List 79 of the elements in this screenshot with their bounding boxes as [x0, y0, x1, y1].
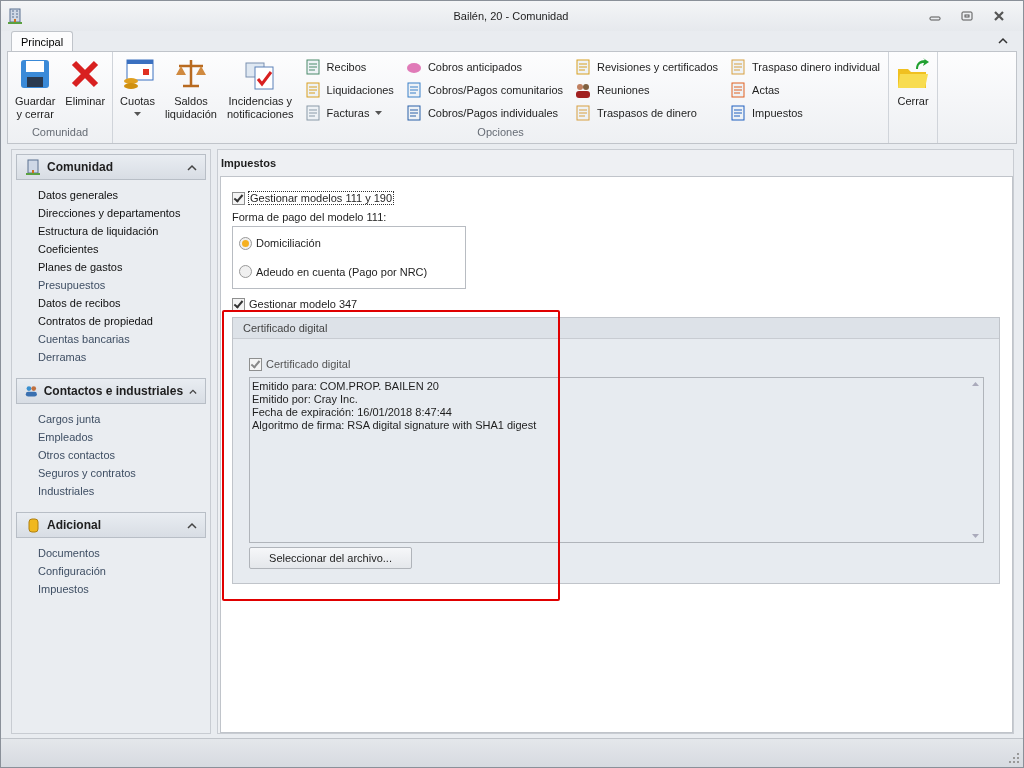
sidebar-item[interactable]: Coeficientes — [38, 240, 99, 258]
ribbon-button[interactable]: Cobros/Pagos individuales — [403, 103, 565, 123]
building-icon — [7, 8, 23, 24]
ribbon-button[interactable]: Eliminar — [61, 55, 110, 126]
ribbon-button[interactable]: Liquidaciones — [302, 80, 396, 100]
ribbon-button[interactable]: Traspasos de dinero — [573, 103, 721, 123]
building-icon — [25, 159, 41, 175]
section-header[interactable]: Adicional — [16, 512, 206, 538]
ribbon-button[interactable]: Cobros anticipados — [403, 57, 565, 77]
sidebar-item[interactable]: Cuentas bancarias — [38, 330, 130, 348]
section-title: Contactos e industriales — [43, 384, 184, 398]
section-title: Adicional — [47, 518, 101, 532]
panel-title: Impuestos — [221, 157, 276, 169]
ribbon-button[interactable]: Traspaso dinero individual — [728, 57, 883, 77]
detail-line: Algoritmo de firma: RSA digital signature with SHA1 digest — [252, 419, 538, 432]
people-icon — [575, 82, 591, 98]
resize-grip-icon[interactable] — [1009, 753, 1019, 763]
folder-arrow-icon — [896, 57, 931, 91]
window-title: Bailén, 20 - Comunidad — [452, 10, 569, 22]
people-icon — [25, 383, 38, 399]
section-title: Comunidad — [47, 160, 113, 174]
chevron-icon[interactable] — [189, 387, 197, 395]
sidebar-item[interactable]: Planes de gastos — [38, 258, 123, 276]
ribbon-button[interactable]: Cerrar — [892, 55, 935, 126]
detail-line: Fecha de expiración: 16/01/2018 8:47:44 — [252, 406, 453, 419]
radio-option[interactable]: Adeudo en cuenta (Pago por NRC) — [239, 265, 459, 279]
ribbon-button[interactable]: Revisiones y certificados — [573, 57, 721, 77]
checkbox[interactable]: Gestionar modelo 347 — [232, 295, 358, 313]
caret-icon — [375, 111, 383, 115]
sidebar-item[interactable]: Seguros y contratos — [38, 464, 136, 482]
maximize-icon[interactable] — [961, 10, 973, 22]
detail-line: Emitido para: COM.PROP. BAILEN 20 — [252, 380, 440, 393]
field-label: Forma de pago del modelo 111: — [232, 211, 387, 223]
ribbon-button[interactable]: Actas — [728, 80, 883, 100]
receipt-icon — [304, 59, 321, 75]
chevron-icon[interactable] — [187, 521, 197, 529]
sidebar-item[interactable]: Configuración — [38, 562, 106, 580]
sidebar-item[interactable]: Otros contactos — [38, 446, 116, 464]
checkbox[interactable]: Gestionar modelos 111 y 190 — [232, 189, 394, 207]
ribbon-button[interactable]: Guardar y cerrar — [11, 55, 60, 126]
group-title: Certificado digital — [243, 322, 328, 334]
sidebar-item[interactable]: Estructura de liquidación — [38, 222, 159, 240]
ribbon-button[interactable]: Facturas — [302, 103, 396, 123]
sidebar-item[interactable]: Contratos de propiedad — [38, 312, 153, 330]
sidebar-item[interactable]: Datos generales — [38, 186, 119, 204]
group-label: Comunidad — [30, 126, 90, 140]
detail-line: Emitido por: Cray Inc. — [252, 393, 359, 406]
ribbon-button[interactable]: Incidencias y notificaciones — [222, 55, 298, 126]
ribbon-button[interactable]: Reuniones — [573, 80, 721, 100]
ribbon-button[interactable]: Cobros/Pagos comunitarios — [403, 80, 565, 100]
sidebar-item[interactable]: Impuestos — [38, 580, 89, 598]
section-header[interactable]: Comunidad — [16, 154, 206, 180]
ribbon-button[interactable]: Saldos liquidación — [160, 55, 221, 126]
checkbox-box[interactable] — [232, 191, 245, 205]
close-icon[interactable] — [993, 10, 1005, 22]
tax-document-icon — [730, 105, 747, 121]
ribbon-button[interactable]: Impuestos — [728, 103, 883, 123]
certificate-details-field[interactable]: Emitido para: COM.PROP. BAILEN 20 Emitido por: Cray Inc. Fecha de expiración: 16/01/2018 8:47:44 Algoritmo de firma: RSA digital signature with SHA1 digest — [249, 377, 984, 543]
sidebar-item[interactable]: Cargos junta — [38, 410, 101, 428]
section-header[interactable]: Contactos e industriales — [16, 378, 206, 404]
caret-icon — [134, 112, 141, 116]
radio-option[interactable]: Domiciliación — [239, 236, 459, 250]
cylinder-icon — [25, 517, 41, 533]
group-label: Opciones — [476, 126, 525, 140]
sidebar-item[interactable]: Derramas — [38, 348, 87, 366]
ledger-icon — [304, 82, 321, 98]
sidebar-item[interactable]: Datos de recibos — [38, 294, 121, 312]
chevron-icon[interactable] — [187, 163, 197, 171]
collapse-ribbon-icon[interactable] — [998, 37, 1008, 45]
sidebar-item[interactable]: Documentos — [38, 544, 100, 562]
sidebar-item[interactable]: Direcciones y departamentos — [38, 204, 181, 222]
ribbon-tab[interactable]: Principal — [11, 31, 74, 51]
ribbon-button[interactable]: Cuotas — [116, 55, 159, 126]
sidebar-item[interactable]: Industriales — [38, 482, 95, 500]
select-file-button[interactable]: Seleccionar del archivo... — [249, 547, 412, 569]
sidebar-item[interactable]: Empleados — [38, 428, 94, 446]
ribbon-button[interactable]: Recibos — [302, 57, 396, 77]
invoice-icon — [304, 105, 321, 121]
sidebar-item[interactable]: Presupuestos — [38, 276, 106, 294]
